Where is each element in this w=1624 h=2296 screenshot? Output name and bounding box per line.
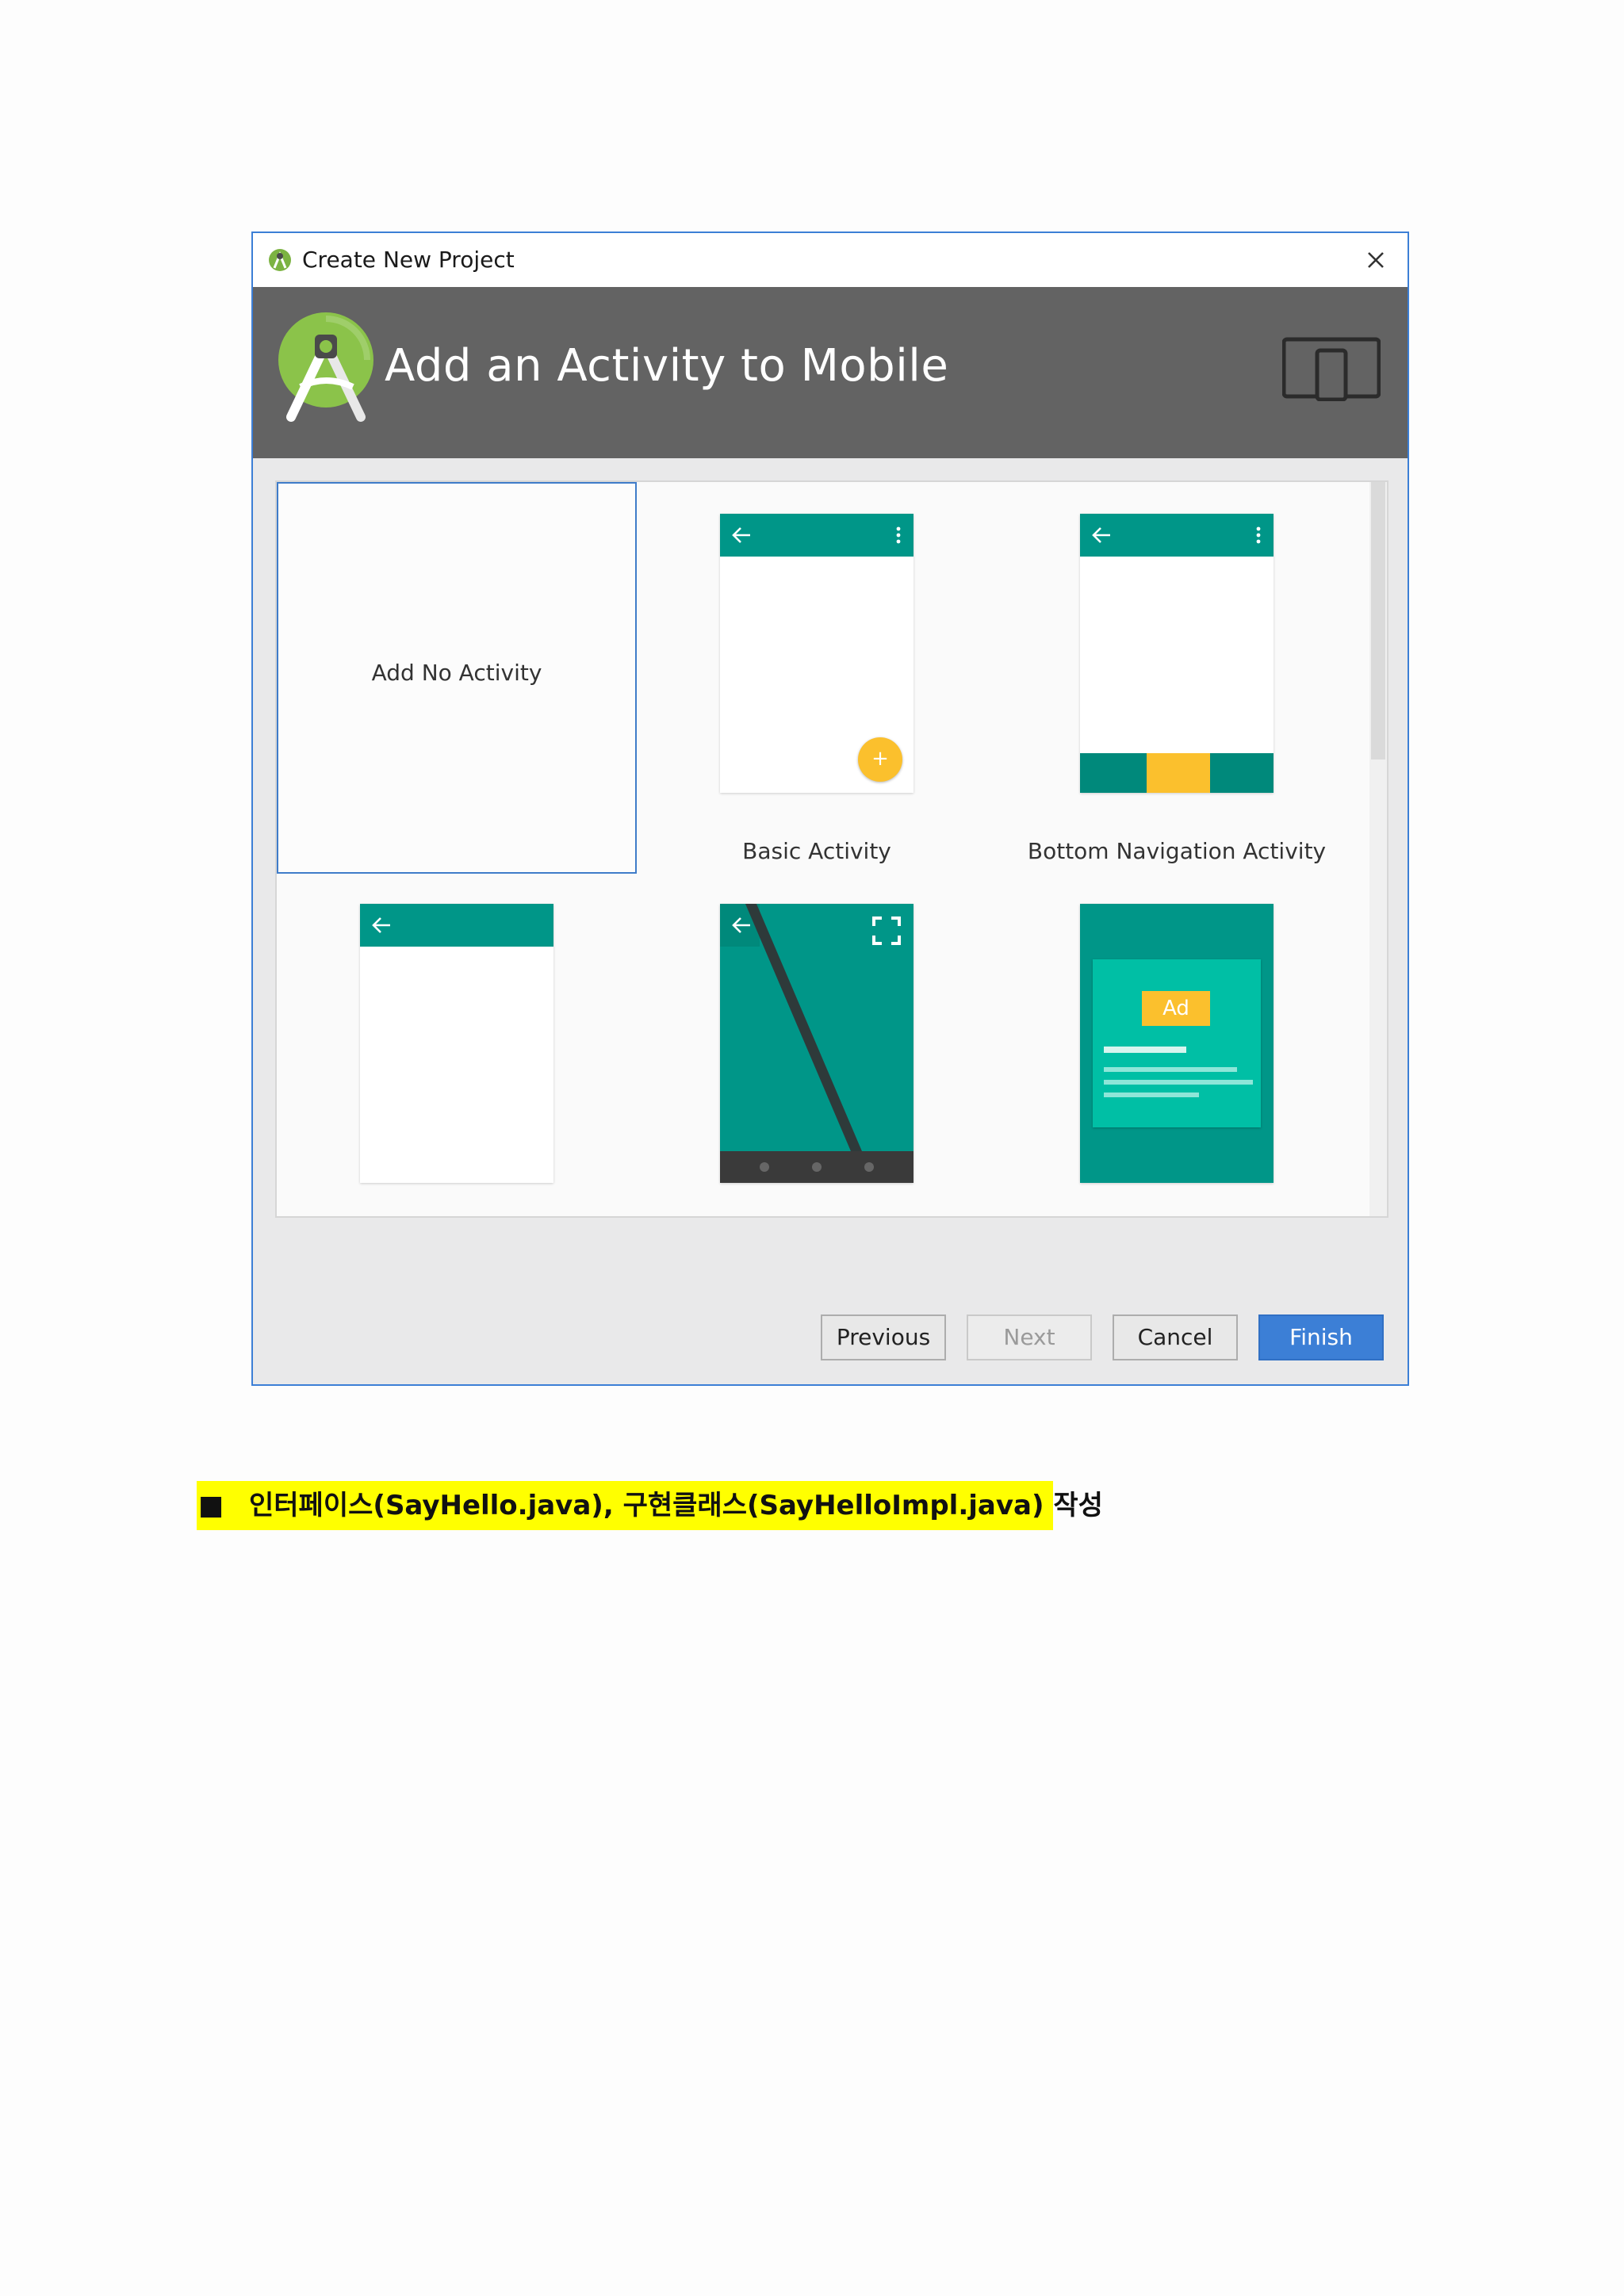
app-bar — [720, 514, 914, 557]
back-arrow-icon — [372, 917, 390, 933]
empty-activity-preview — [360, 904, 553, 1183]
fullscreen-icon — [872, 916, 901, 945]
admob-activity-preview: Ad — [1080, 904, 1274, 1183]
template-label: Bottom Navigation Activity — [1027, 838, 1327, 864]
fab-add-icon: + — [858, 737, 902, 782]
android-studio-logo — [278, 312, 373, 422]
ad-badge: Ad — [1142, 991, 1210, 1026]
app-bar — [1080, 514, 1274, 557]
fullscreen-activity-preview — [720, 904, 914, 1183]
cancel-button[interactable]: Cancel — [1113, 1314, 1238, 1360]
wizard-header: Add an Activity to Mobile — [253, 287, 1408, 458]
scrollbar-track[interactable] — [1369, 482, 1387, 1216]
title-bar: Create New Project — [253, 233, 1408, 287]
template-basic-activity[interactable]: + Basic Activity — [637, 482, 997, 874]
template-add-no-activity[interactable]: Add No Activity — [277, 482, 637, 874]
instruction-text: 인터페이스(SayHello.java), 구현클래스(SayHelloImpl… — [249, 1490, 1103, 1521]
back-arrow-icon — [732, 527, 750, 543]
back-arrow-icon — [732, 917, 750, 933]
phone-tablet-device-icon — [1282, 337, 1381, 401]
ad-text-line — [1104, 1080, 1253, 1085]
create-new-project-dialog: Create New Project Add an Activity to Mo… — [251, 232, 1409, 1386]
ad-text-line — [1104, 1067, 1237, 1072]
ad-text-line — [1104, 1093, 1199, 1097]
ad-card: Ad — [1093, 959, 1261, 1127]
activity-gallery: Add No Activity + Basic Activity Bottom … — [275, 480, 1388, 1218]
bullet-icon: ■ — [198, 1490, 224, 1521]
bottom-nav-active-item — [1147, 753, 1210, 793]
overflow-menu-icon — [1256, 526, 1261, 544]
highlighted-instruction: ■ 인터페이스(SayHello.java), 구현클래스(SayHelloIm… — [197, 1481, 1103, 1530]
dialog-title: Create New Project — [302, 247, 515, 273]
overflow-menu-icon — [896, 526, 901, 544]
next-button[interactable]: Next — [967, 1314, 1092, 1360]
template-label: Add No Activity — [371, 660, 542, 686]
wizard-heading: Add an Activity to Mobile — [385, 340, 949, 392]
app-bar — [360, 904, 553, 947]
android-studio-icon — [269, 249, 291, 271]
template-admob-activity[interactable]: Ad — [997, 874, 1357, 1215]
scrollbar-thumb[interactable] — [1371, 482, 1385, 760]
close-icon[interactable] — [1360, 244, 1392, 276]
basic-activity-preview: + — [720, 514, 914, 793]
template-fullscreen-activity[interactable] — [637, 874, 997, 1215]
template-bottom-navigation-activity[interactable]: Bottom Navigation Activity — [997, 482, 1357, 874]
bottom-navigation-bar — [1080, 753, 1274, 793]
template-empty-activity[interactable] — [277, 874, 637, 1215]
back-arrow-icon — [1092, 527, 1110, 543]
template-label: Basic Activity — [742, 838, 891, 864]
bottom-navigation-preview — [1080, 514, 1274, 793]
previous-button[interactable]: Previous — [821, 1314, 946, 1360]
ad-text-line — [1104, 1047, 1186, 1053]
finish-button[interactable]: Finish — [1258, 1314, 1384, 1360]
